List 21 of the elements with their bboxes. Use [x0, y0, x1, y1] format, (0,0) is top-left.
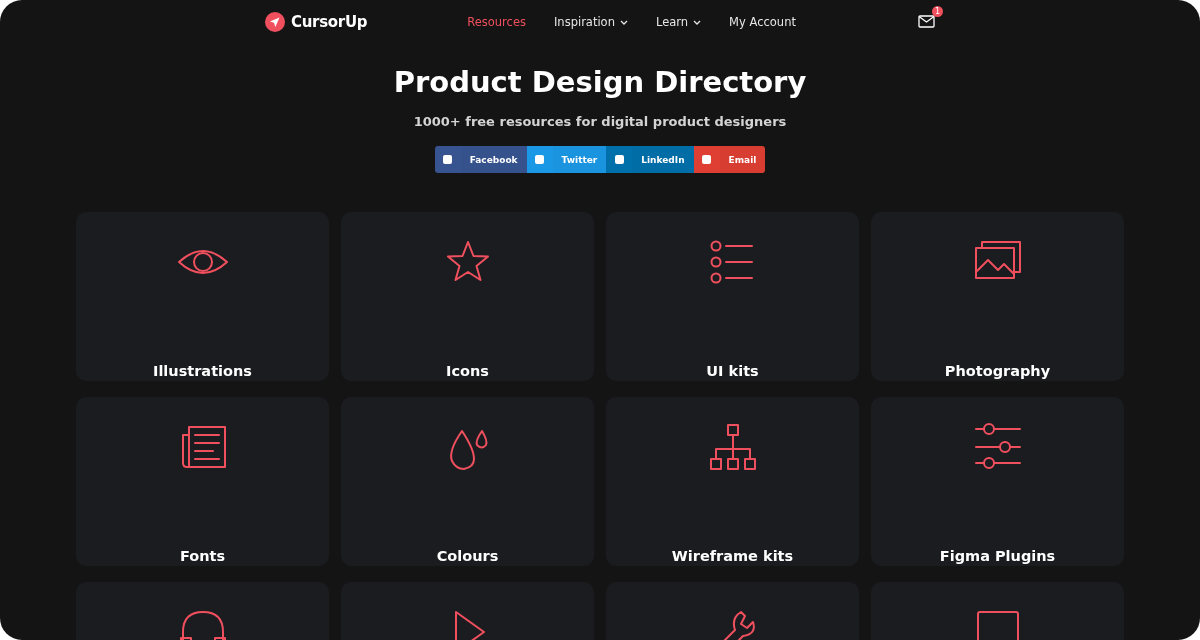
logo-text[interactable]: CursorUp: [291, 13, 368, 31]
category-card[interactable]: UI kits: [606, 212, 859, 381]
category-card[interactable]: Colours: [341, 397, 594, 566]
nav-link[interactable]: Resources: [467, 15, 526, 29]
nav-link[interactable]: Inspiration: [553, 15, 628, 29]
category-card[interactable]: Wireframe kits: [606, 397, 859, 566]
nav-link[interactable]: Learn: [655, 15, 702, 29]
mail-icon[interactable]: [918, 14, 935, 28]
notification-badge: 1: [932, 5, 943, 17]
share-button[interactable]: Facebook: [434, 146, 527, 173]
category-card[interactable]: Illustrations: [76, 212, 329, 381]
category-card[interactable]: Photography: [871, 212, 1124, 381]
nav-link[interactable]: My Account: [729, 15, 796, 29]
category-card[interactable]: Icons: [341, 212, 594, 381]
category-card[interactable]: Fonts: [76, 397, 329, 566]
share-button[interactable]: Email: [693, 146, 766, 173]
logo-icon: [265, 12, 285, 32]
page-subtitle: 1000+ free resources for digital product designers: [413, 114, 787, 129]
share-button[interactable]: LinkedIn: [606, 146, 694, 173]
page-title: Product Design Directory: [393, 64, 807, 100]
category-card[interactable]: Figma Plugins: [871, 397, 1124, 566]
